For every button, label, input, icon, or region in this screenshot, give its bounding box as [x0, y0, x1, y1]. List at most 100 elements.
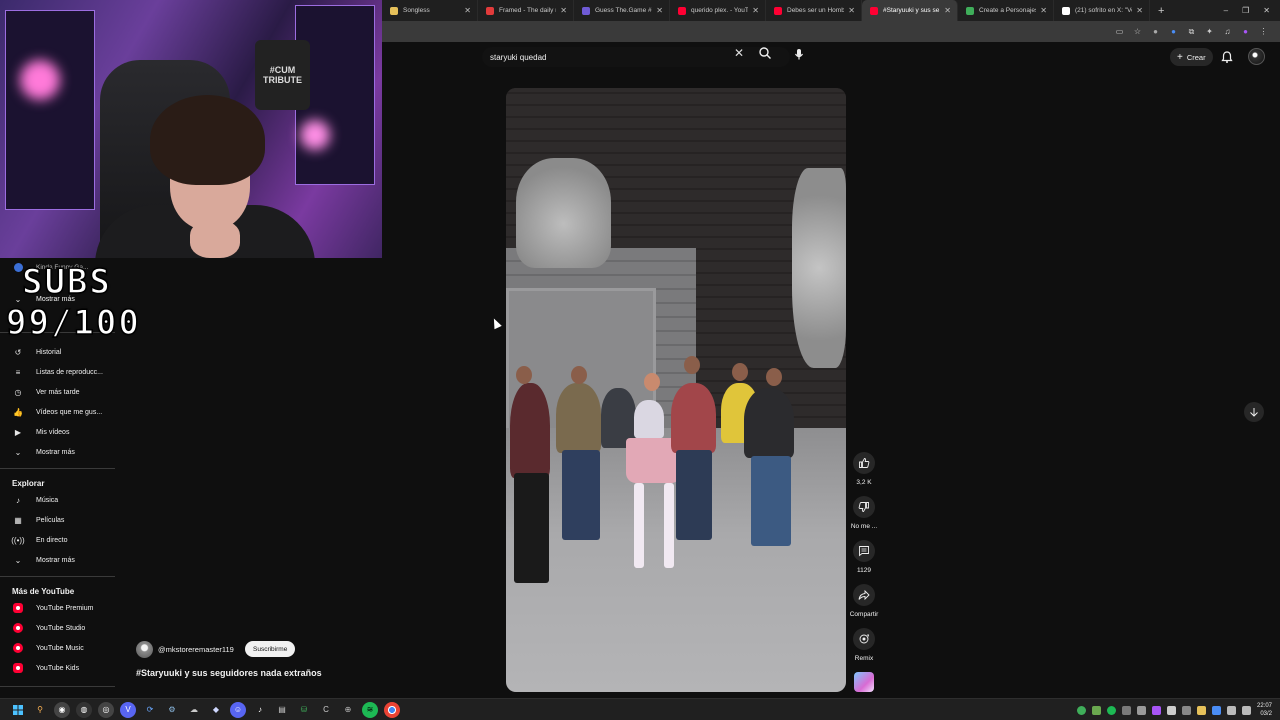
sidebar-item-my-videos[interactable]: ▶ Mis vídeos	[0, 423, 125, 441]
search-input[interactable]	[490, 52, 790, 62]
app-icon[interactable]: ◎	[98, 701, 114, 718]
tray-icon[interactable]	[1121, 705, 1131, 715]
sidebar-show-more[interactable]: ⌄ Mostrar más	[0, 551, 125, 569]
thumb-down-icon[interactable]	[853, 496, 875, 518]
create-button[interactable]: + Crear	[1170, 48, 1213, 66]
sidebar-item-live[interactable]: ((•)) En directo	[0, 531, 125, 549]
search-icon[interactable]	[758, 46, 772, 60]
sidebar-item-music[interactable]: ♪ Música	[0, 491, 125, 509]
new-tab-button[interactable]: +	[1150, 5, 1172, 17]
tray-icon[interactable]	[1166, 705, 1176, 715]
volume-icon[interactable]	[1241, 705, 1251, 715]
remix-action[interactable]: Remix	[846, 628, 882, 662]
close-tab-icon[interactable]: ✕	[560, 6, 567, 15]
browser-tab[interactable]: querido plex. - YouTub✕	[670, 0, 766, 21]
browser-tab[interactable]: Songless ✕	[382, 0, 478, 21]
close-window-button[interactable]: ✕	[1263, 6, 1270, 15]
sidebar-item-youtube-kids[interactable]: YouTube Kids	[0, 659, 125, 677]
steam-icon[interactable]: ⚙	[164, 702, 180, 718]
tray-icon[interactable]	[1106, 705, 1116, 715]
browser-tab[interactable]: Debes ser un Hombre ✕	[766, 0, 862, 21]
close-tab-icon[interactable]: ✕	[752, 6, 759, 15]
comment-icon[interactable]	[853, 540, 875, 562]
tiktok-icon[interactable]: ♪	[252, 702, 268, 718]
menu-icon[interactable]: ⋮	[1259, 27, 1268, 36]
close-tab-icon[interactable]: ✕	[1040, 6, 1047, 15]
sidebar-show-more[interactable]: ⌄ Mostrar más	[0, 443, 125, 461]
remix-icon[interactable]	[853, 628, 875, 650]
close-tab-icon[interactable]: ✕	[848, 6, 855, 15]
account-avatar[interactable]	[1248, 48, 1265, 65]
short-video-player[interactable]	[506, 88, 846, 692]
share-action[interactable]: Compartir	[846, 584, 882, 618]
extension-icon[interactable]: ●	[1241, 27, 1250, 36]
microphone-icon[interactable]	[792, 47, 806, 61]
puzzle-icon[interactable]: ⧉	[1187, 27, 1196, 36]
bookmarks-icon[interactable]: ✦	[1205, 27, 1214, 36]
app-icon[interactable]: ◍	[76, 701, 92, 718]
browser-tab[interactable]: Create a Personajes Cl✕	[958, 0, 1054, 21]
minimize-button[interactable]: –	[1224, 6, 1228, 15]
sidebar-item-history[interactable]: ↺ Historial	[0, 343, 125, 361]
tray-icon[interactable]	[1211, 705, 1221, 715]
thumb-up-icon[interactable]	[853, 452, 875, 474]
tray-icon[interactable]	[1076, 705, 1086, 715]
share-icon[interactable]	[853, 584, 875, 606]
browser-tab[interactable]: Framed - The daily mo ✕	[478, 0, 574, 21]
start-menu-icon[interactable]	[10, 702, 26, 718]
cast-icon[interactable]: ▭	[1115, 27, 1124, 36]
youtube-music-icon	[12, 642, 24, 654]
tray-icon[interactable]	[1151, 705, 1161, 715]
browser-tab[interactable]: (21) sofrito en X: "Ver ✕	[1054, 0, 1150, 21]
sidebar-item-youtube-music[interactable]: YouTube Music	[0, 639, 125, 657]
media-icon[interactable]: ♫	[1223, 27, 1232, 36]
chrome-icon[interactable]	[384, 701, 400, 718]
app-icon[interactable]: ☁	[186, 702, 202, 718]
video-title[interactable]: #Staryuuki y sus seguidores nada extraño…	[136, 668, 322, 678]
close-tab-icon[interactable]: ✕	[1136, 6, 1143, 15]
app-icon[interactable]: ◉	[54, 701, 70, 718]
app-icon[interactable]: ◆	[208, 702, 224, 718]
maximize-button[interactable]: ❐	[1242, 6, 1249, 15]
close-tab-icon[interactable]: ✕	[944, 6, 951, 15]
spotify-icon[interactable]: ≋	[362, 701, 378, 718]
audio-thumbnail[interactable]	[854, 672, 874, 692]
clear-search-icon[interactable]: ✕	[734, 46, 744, 60]
next-short-button[interactable]	[1244, 402, 1264, 422]
wifi-icon[interactable]	[1226, 705, 1236, 715]
browser-tab[interactable]: #Staryuuki y sus se ✕	[862, 0, 958, 21]
sidebar-item-watch-later[interactable]: ◷ Ver más tarde	[0, 383, 125, 401]
app-icon[interactable]: ⛁	[296, 702, 312, 718]
search-icon[interactable]: ⚲	[32, 702, 48, 718]
sidebar-item-movies[interactable]: ▦ Películas	[0, 511, 125, 529]
tray-icon[interactable]	[1091, 705, 1101, 715]
tray-icon[interactable]	[1136, 705, 1146, 715]
comments-action[interactable]: 1129	[846, 540, 882, 574]
browser-tab[interactable]: Guess The.Game #136 ✕	[574, 0, 670, 21]
tray-icon[interactable]	[1181, 705, 1191, 715]
app-icon[interactable]: V	[120, 701, 136, 718]
notifications-bell-icon[interactable]	[1220, 50, 1234, 64]
app-icon[interactable]: ▤	[274, 702, 290, 718]
subscribe-button[interactable]: Suscribirme	[245, 641, 296, 657]
dislike-action[interactable]: No me ...	[846, 496, 882, 530]
extension-icon[interactable]: ●	[1169, 27, 1178, 36]
clock[interactable]: 22:07 03/2	[1257, 702, 1272, 718]
app-icon[interactable]: ⊕	[340, 702, 356, 718]
extension-icon[interactable]: ●	[1151, 27, 1160, 36]
sidebar-item-youtube-premium[interactable]: YouTube Premium	[0, 599, 125, 617]
discord-icon[interactable]: ☺	[230, 701, 246, 718]
close-tab-icon[interactable]: ✕	[656, 6, 663, 15]
close-tab-icon[interactable]: ✕	[464, 6, 471, 15]
bookmark-star-icon[interactable]: ☆	[1133, 27, 1142, 36]
like-action[interactable]: 3,2 K	[846, 452, 882, 486]
channel-avatar[interactable]	[136, 641, 153, 658]
sidebar-item-youtube-studio[interactable]: YouTube Studio	[0, 619, 125, 637]
sidebar-item-liked-videos[interactable]: 👍 Vídeos que me gus...	[0, 403, 125, 421]
app-icon[interactable]: C	[318, 702, 334, 718]
channel-name[interactable]: @mkstoreremaster119	[158, 645, 234, 654]
app-icon[interactable]: ⟳	[142, 702, 158, 718]
tray-icon[interactable]	[1196, 705, 1206, 715]
tab-favicon-icon	[870, 6, 878, 15]
sidebar-item-playlists[interactable]: ≡ Listas de reproducc...	[0, 363, 125, 381]
